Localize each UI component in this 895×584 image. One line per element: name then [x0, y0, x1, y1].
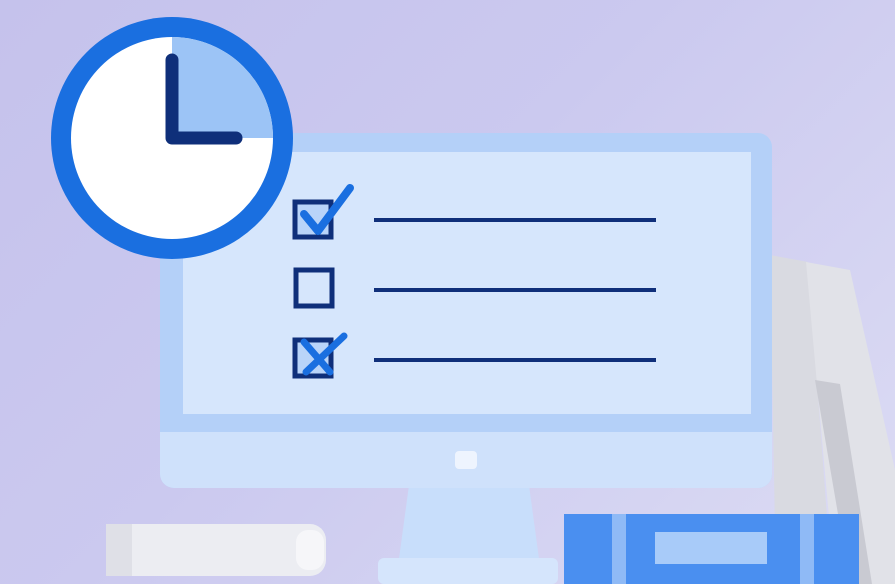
book-blue-band-left	[612, 514, 626, 584]
book-light-spine	[106, 524, 132, 576]
book-light	[106, 524, 326, 576]
monitor-stand-base	[378, 558, 558, 584]
monitor-power-button	[455, 451, 477, 469]
book-icon	[106, 524, 326, 576]
illustration-canvas	[51, 17, 895, 584]
book-light-edge	[296, 530, 324, 570]
blue-book-icon	[564, 514, 859, 584]
monitor-stand	[398, 478, 540, 566]
book-blue-label	[655, 532, 767, 564]
book-blue-band-right	[800, 514, 814, 584]
clock-shaded-quarter	[172, 37, 273, 138]
illustration-scene	[0, 0, 895, 584]
clock-icon	[51, 17, 293, 259]
